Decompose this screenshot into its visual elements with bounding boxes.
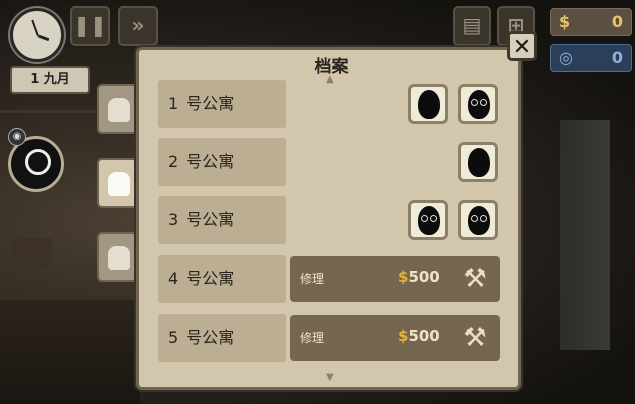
residents-icon xyxy=(108,172,130,196)
tenant-portrait[interactable] xyxy=(408,200,448,240)
repair-cost: $500 xyxy=(398,327,440,345)
tenant-silhouette-icon xyxy=(468,148,490,177)
reputation-value: 0 xyxy=(611,48,623,67)
date-label: 1 九月 xyxy=(10,66,90,94)
tenant-portrait[interactable] xyxy=(458,142,498,182)
fast-forward-icon: » xyxy=(131,13,145,37)
pause-icon: ❚❚ xyxy=(73,13,107,37)
window xyxy=(560,120,610,350)
tab-residents[interactable] xyxy=(97,158,139,208)
apartment-icon xyxy=(108,246,130,270)
tenant-silhouette-icon xyxy=(418,90,440,119)
tenant-portrait[interactable] xyxy=(408,84,448,124)
tab-tenant-profile[interactable] xyxy=(97,84,139,134)
dollar-icon: $ xyxy=(398,268,409,286)
glasses-icon xyxy=(421,215,428,222)
apartment-number: 3 xyxy=(168,210,179,229)
apartment-number: 1 xyxy=(168,94,179,113)
repair-cost-value: 500 xyxy=(408,327,440,345)
clock-minute-hand xyxy=(31,19,39,37)
glasses-icon xyxy=(480,215,487,222)
profile-head-icon xyxy=(108,98,130,122)
hammer-wrench-icon: ⚒ xyxy=(463,323,487,353)
glasses-icon xyxy=(430,215,437,222)
apartment-number: 2 xyxy=(168,152,179,171)
document-icon: ▤ xyxy=(462,13,482,37)
repair-button[interactable]: 修理 $500 ⚒ xyxy=(290,315,500,361)
apartment-row[interactable]: 3 号公寓 xyxy=(158,196,500,244)
apartment-row[interactable]: 4 号公寓 修理 $500 ⚒ xyxy=(158,255,500,303)
dollar-icon: $ xyxy=(398,327,409,345)
tenant-portrait[interactable] xyxy=(458,200,498,240)
apartment-name: 号公寓 xyxy=(186,210,235,229)
close-button[interactable]: ✕ xyxy=(507,31,537,61)
apartment-label: 5 号公寓 xyxy=(158,314,286,362)
apartment-name: 号公寓 xyxy=(186,269,235,288)
clock-icon xyxy=(10,8,64,62)
apartment-label: 4 号公寓 xyxy=(158,255,286,303)
repair-cost: $500 xyxy=(398,268,440,286)
eye-badge-icon: ◉ xyxy=(8,128,26,146)
apartment-row[interactable]: 2 号公寓 xyxy=(158,138,500,186)
repair-label: 修理 xyxy=(300,272,325,286)
apartment-row[interactable]: 1 号公寓 xyxy=(158,80,500,128)
repair-button[interactable]: 修理 $500 ⚒ xyxy=(290,256,500,302)
apartment-label: 2 号公寓 xyxy=(158,138,286,186)
repair-cost-value: 500 xyxy=(408,268,440,286)
clock-hour-hand xyxy=(37,34,50,42)
apartment-number: 4 xyxy=(168,269,179,288)
money-value: 0 xyxy=(611,12,623,31)
pause-button[interactable]: ❚❚ xyxy=(70,6,110,46)
apartment-name: 号公寓 xyxy=(186,152,235,171)
apartment-name: 号公寓 xyxy=(186,94,235,113)
money-display: $ 0 xyxy=(550,8,632,36)
apartment-label: 1 号公寓 xyxy=(158,80,286,128)
tv-set xyxy=(12,238,52,268)
reputation-icon: ◎ xyxy=(559,48,573,67)
glasses-icon xyxy=(480,99,487,106)
dollar-icon: $ xyxy=(559,12,571,31)
apartment-number: 5 xyxy=(168,328,179,347)
tab-apartment[interactable] xyxy=(97,232,139,282)
repair-label: 修理 xyxy=(300,331,325,345)
document-button[interactable]: ▤ xyxy=(453,6,491,46)
hammer-wrench-icon: ⚒ xyxy=(463,264,487,294)
reputation-display: ◎ 0 xyxy=(550,44,632,72)
apartment-name: 号公寓 xyxy=(186,328,235,347)
glasses-icon xyxy=(471,99,478,106)
apartment-label: 3 号公寓 xyxy=(158,196,286,244)
room-floor xyxy=(0,300,140,404)
glasses-icon xyxy=(471,215,478,222)
apartment-row[interactable]: 5 号公寓 修理 $500 ⚒ xyxy=(158,314,500,362)
fast-forward-button[interactable]: » xyxy=(118,6,158,46)
scroll-down-icon[interactable]: ▼ xyxy=(326,372,334,383)
tenant-portrait[interactable] xyxy=(458,84,498,124)
